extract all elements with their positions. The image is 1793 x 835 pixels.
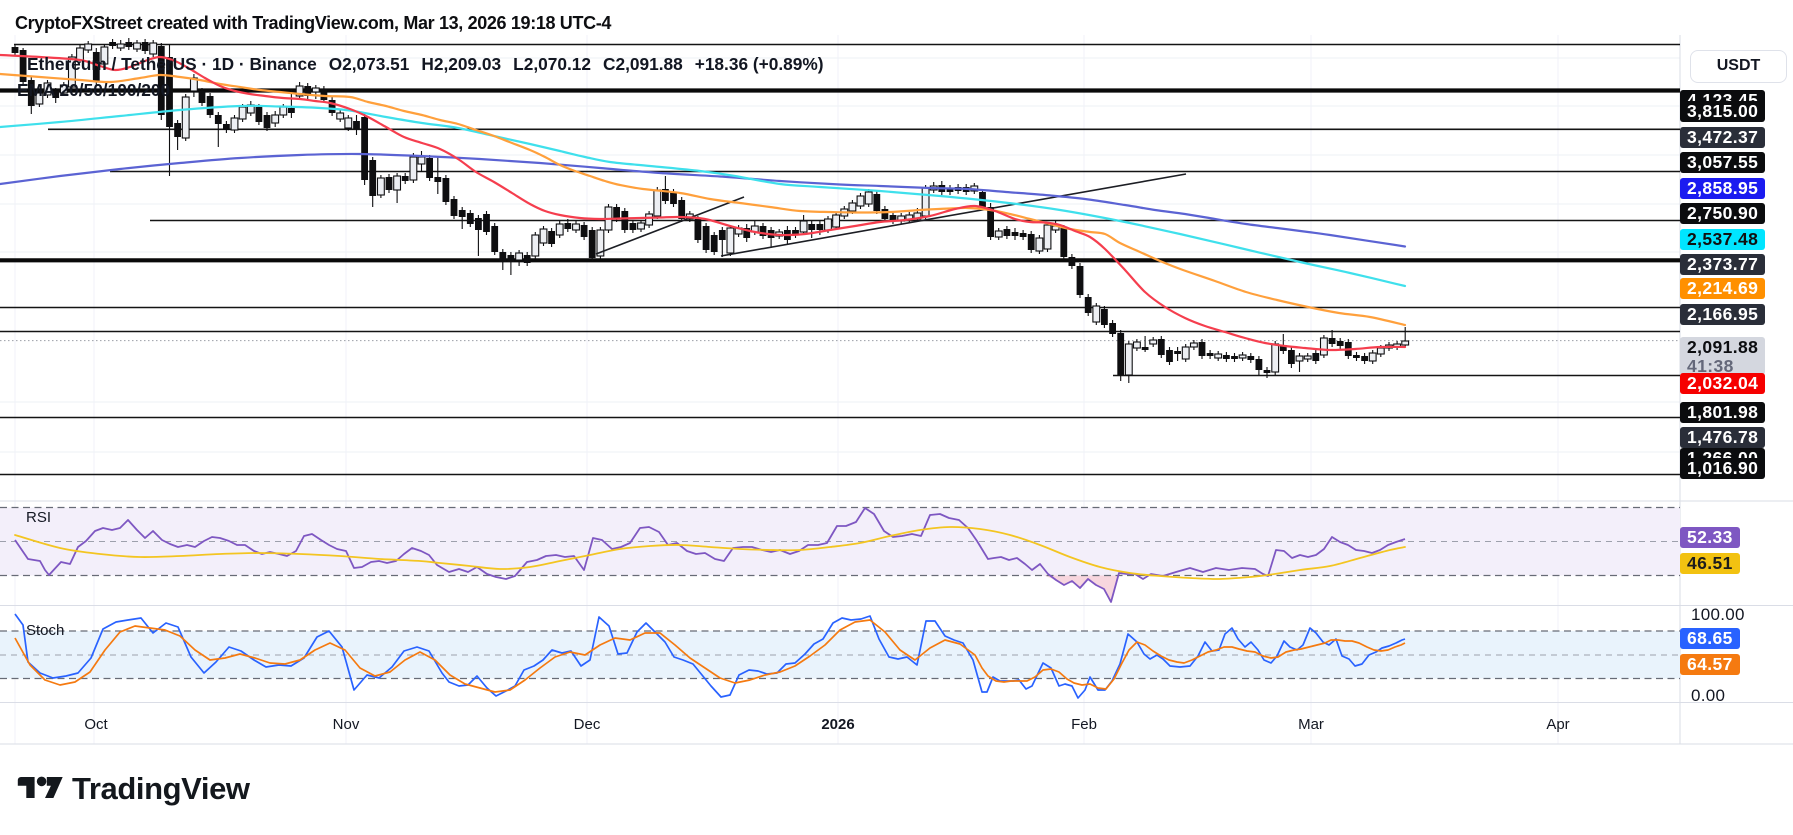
- svg-text:TradingView: TradingView: [72, 772, 251, 806]
